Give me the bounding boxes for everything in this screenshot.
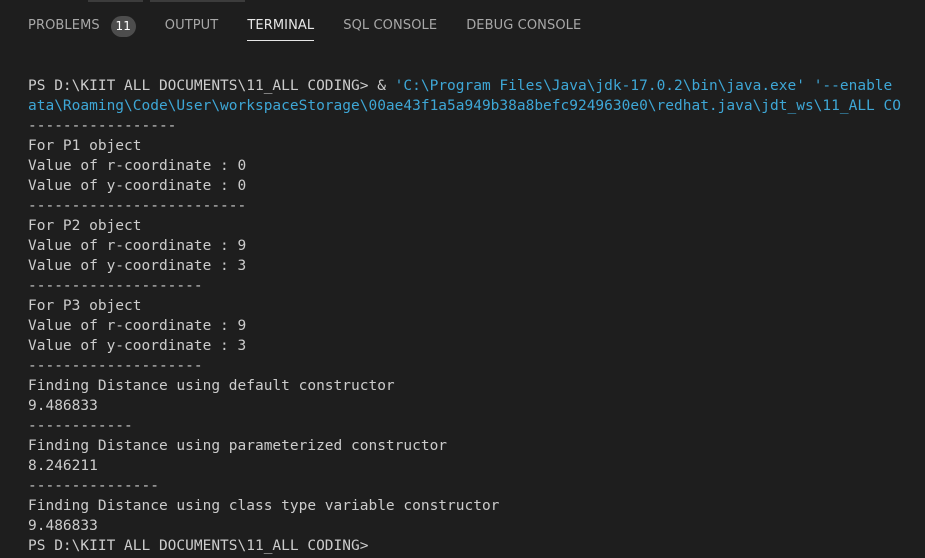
tab-sql-console[interactable]: SQL CONSOLE [343, 14, 437, 38]
terminal-output[interactable]: PS D:\KIIT ALL DOCUMENTS\11_ALL CODING> … [28, 76, 925, 558]
tab-terminal[interactable]: TERMINAL [247, 14, 315, 41]
tab-terminal-label: TERMINAL [247, 18, 315, 33]
problems-count-badge: 11 [110, 15, 136, 37]
command-continuation: ata\Roaming\Code\User\workspaceStorage\0… [28, 98, 901, 114]
command-prompt: PS D:\KIIT ALL DOCUMENTS\11_ALL CODING> [28, 78, 369, 94]
output-line: Finding Distance using default construct… [28, 378, 395, 394]
output-line: ----------------- [28, 118, 177, 134]
tab-sql-console-label: SQL CONSOLE [343, 18, 438, 33]
tab-output-label: OUTPUT [164, 18, 219, 33]
output-line: Value of r-coordinate : 0 [28, 158, 247, 174]
output-line: --------------- [28, 478, 159, 494]
command-args: 'C:\Program Files\Java\jdk-17.0.2\bin\ja… [394, 78, 893, 94]
output-line: 9.486833 [28, 398, 98, 414]
output-line: ------------------------- [28, 198, 247, 214]
final-prompt: PS D:\KIIT ALL DOCUMENTS\11_ALL CODING> [28, 538, 369, 554]
tab-problems[interactable]: PROBLEMS 11 [28, 14, 136, 38]
output-line: Value of r-coordinate : 9 [28, 238, 247, 254]
output-line: 9.486833 [28, 518, 98, 534]
output-line: Value of y-coordinate : 3 [28, 258, 247, 274]
output-line: Finding Distance using class type variab… [28, 498, 500, 514]
output-line: For P2 object [28, 218, 142, 234]
output-line: ------------ [28, 418, 133, 434]
tab-debug-console[interactable]: DEBUG CONSOLE [466, 14, 581, 38]
output-line: Finding Distance using parameterized con… [28, 438, 448, 454]
output-line: Value of r-coordinate : 9 [28, 318, 247, 334]
tab-problems-label: PROBLEMS [28, 18, 100, 33]
output-line: Value of y-coordinate : 0 [28, 178, 247, 194]
output-line: Value of y-coordinate : 3 [28, 338, 247, 354]
output-line: -------------------- [28, 278, 203, 294]
tab-output[interactable]: OUTPUT [165, 14, 219, 38]
output-line: -------------------- [28, 358, 203, 374]
panel-tabs: PROBLEMS 11 OUTPUT TERMINAL SQL CONSOLE … [28, 14, 610, 41]
output-line: 8.246211 [28, 458, 98, 474]
output-line: For P1 object [28, 138, 142, 154]
panel-header: PROBLEMS 11 OUTPUT TERMINAL SQL CONSOLE … [0, 0, 925, 50]
command-line-continuation: ata\Roaming\Code\User\workspaceStorage\0… [28, 96, 925, 116]
command-ampersand: & [368, 78, 395, 94]
output-line: For P3 object [28, 298, 142, 314]
tab-debug-console-label: DEBUG CONSOLE [466, 18, 582, 33]
command-line: PS D:\KIIT ALL DOCUMENTS\11_ALL CODING> … [28, 76, 925, 96]
